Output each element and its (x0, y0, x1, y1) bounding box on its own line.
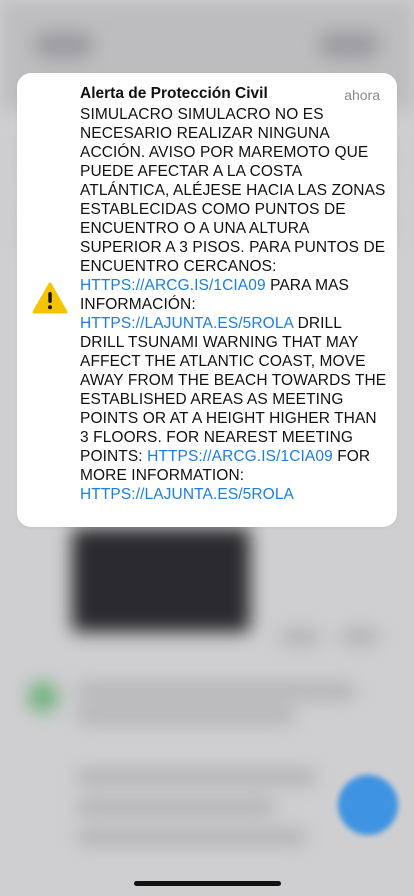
background-avatar (28, 682, 58, 712)
background-line (76, 770, 316, 784)
background-line (76, 800, 276, 814)
warning-icon (32, 282, 68, 314)
background-pill (34, 32, 94, 58)
background-pill (318, 32, 380, 58)
background-line (76, 830, 306, 844)
more-info-link[interactable]: HTTPS://LAJUNTA.ES/5ROLA (80, 486, 294, 503)
notification-time: ahora (344, 87, 380, 103)
notification-body: SIMULACRO SIMULACRO NO ES NECESARIO REAL… (80, 105, 387, 504)
background-floating-button (338, 775, 398, 835)
home-indicator[interactable] (134, 881, 281, 886)
background-line (340, 630, 380, 644)
more-info-link[interactable]: HTTPS://LAJUNTA.ES/5ROLA (80, 315, 293, 332)
background-line (280, 630, 320, 644)
body-text: SIMULACRO SIMULACRO NO ES NECESARIO REAL… (80, 106, 386, 275)
body-text: DRILL DRILL TSUNAMI WARNING THAT MAY AFF… (80, 315, 387, 465)
background-thumbnail (72, 528, 250, 632)
background-line (76, 684, 356, 698)
meeting-points-link[interactable]: HTTPS://ARCG.IS/1CIA09 (80, 277, 266, 294)
meeting-points-link[interactable]: HTTPS://ARCG.IS/1CIA09 (147, 448, 333, 465)
notification-title: Alerta de Protección Civil (80, 85, 268, 102)
emergency-alert-notification[interactable]: Alerta de Protección Civil ahora SIMULAC… (17, 73, 397, 527)
background-line (76, 708, 296, 722)
